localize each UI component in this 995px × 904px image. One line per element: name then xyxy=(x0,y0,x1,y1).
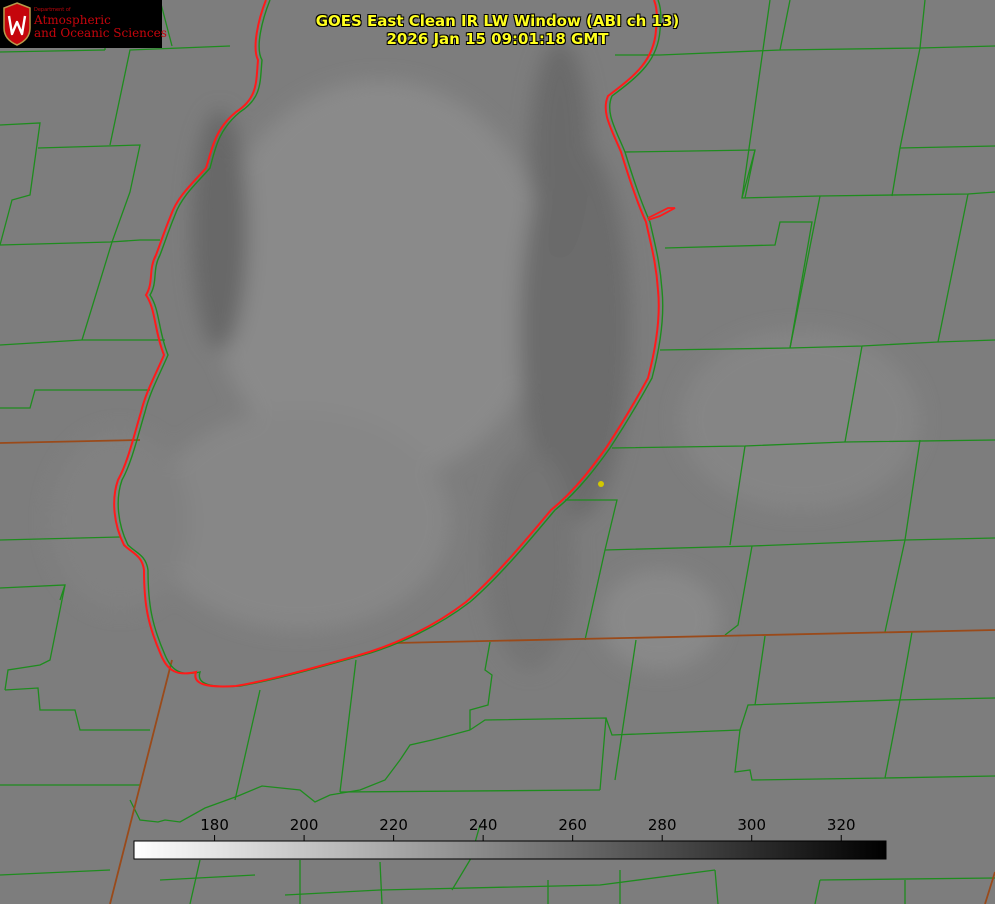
colorbar-scale xyxy=(133,840,887,860)
satellite-image-frame: 180 200 220 240 260 280 300 320 Department of A… xyxy=(0,0,995,904)
colorbar-tick-label: 260 xyxy=(558,816,587,834)
colorbar-tick-label: 280 xyxy=(648,816,677,834)
location-marker xyxy=(598,481,604,487)
colorbar-tick-label: 200 xyxy=(290,816,319,834)
colorbar-tick-label: 300 xyxy=(737,816,766,834)
colorbar-tick-label: 220 xyxy=(379,816,408,834)
image-timestamp: 2026 Jan 15 09:01:18 GMT xyxy=(386,30,609,48)
satellite-map: 180 200 220 240 260 280 300 320 xyxy=(0,0,995,904)
colorbar-tick-label: 180 xyxy=(200,816,229,834)
colorbar-tick-label: 240 xyxy=(469,816,498,834)
image-title: GOES East Clean IR LW Window (ABI ch 13) xyxy=(315,12,680,30)
colorbar-tick-label: 320 xyxy=(827,816,856,834)
